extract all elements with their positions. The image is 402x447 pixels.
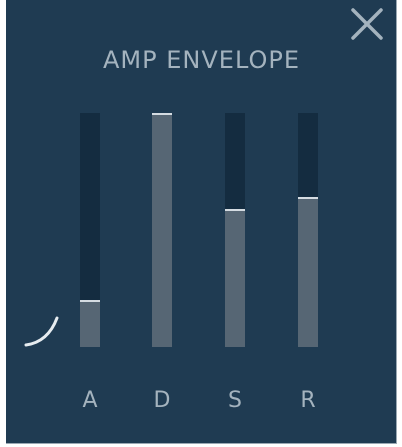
attack-slider-fill <box>80 300 100 347</box>
sustain-label: S <box>228 388 242 413</box>
attack-slider[interactable] <box>80 113 100 347</box>
close-icon <box>351 8 383 40</box>
attack-label: A <box>82 388 98 413</box>
release-label: R <box>300 388 316 413</box>
sustain-slider-fill <box>225 208 245 347</box>
release-slider-fill <box>298 197 318 347</box>
release-slider[interactable] <box>298 113 318 347</box>
decay-slider-fill <box>152 113 172 347</box>
amp-envelope-panel: AMP ENVELOPE A D S R <box>6 0 397 444</box>
decay-label: D <box>153 388 171 413</box>
curve-icon[interactable] <box>23 312 63 352</box>
panel-title: AMP ENVELOPE <box>103 46 300 74</box>
sustain-slider[interactable] <box>225 113 245 347</box>
decay-slider[interactable] <box>152 113 172 347</box>
close-button[interactable] <box>349 6 385 42</box>
